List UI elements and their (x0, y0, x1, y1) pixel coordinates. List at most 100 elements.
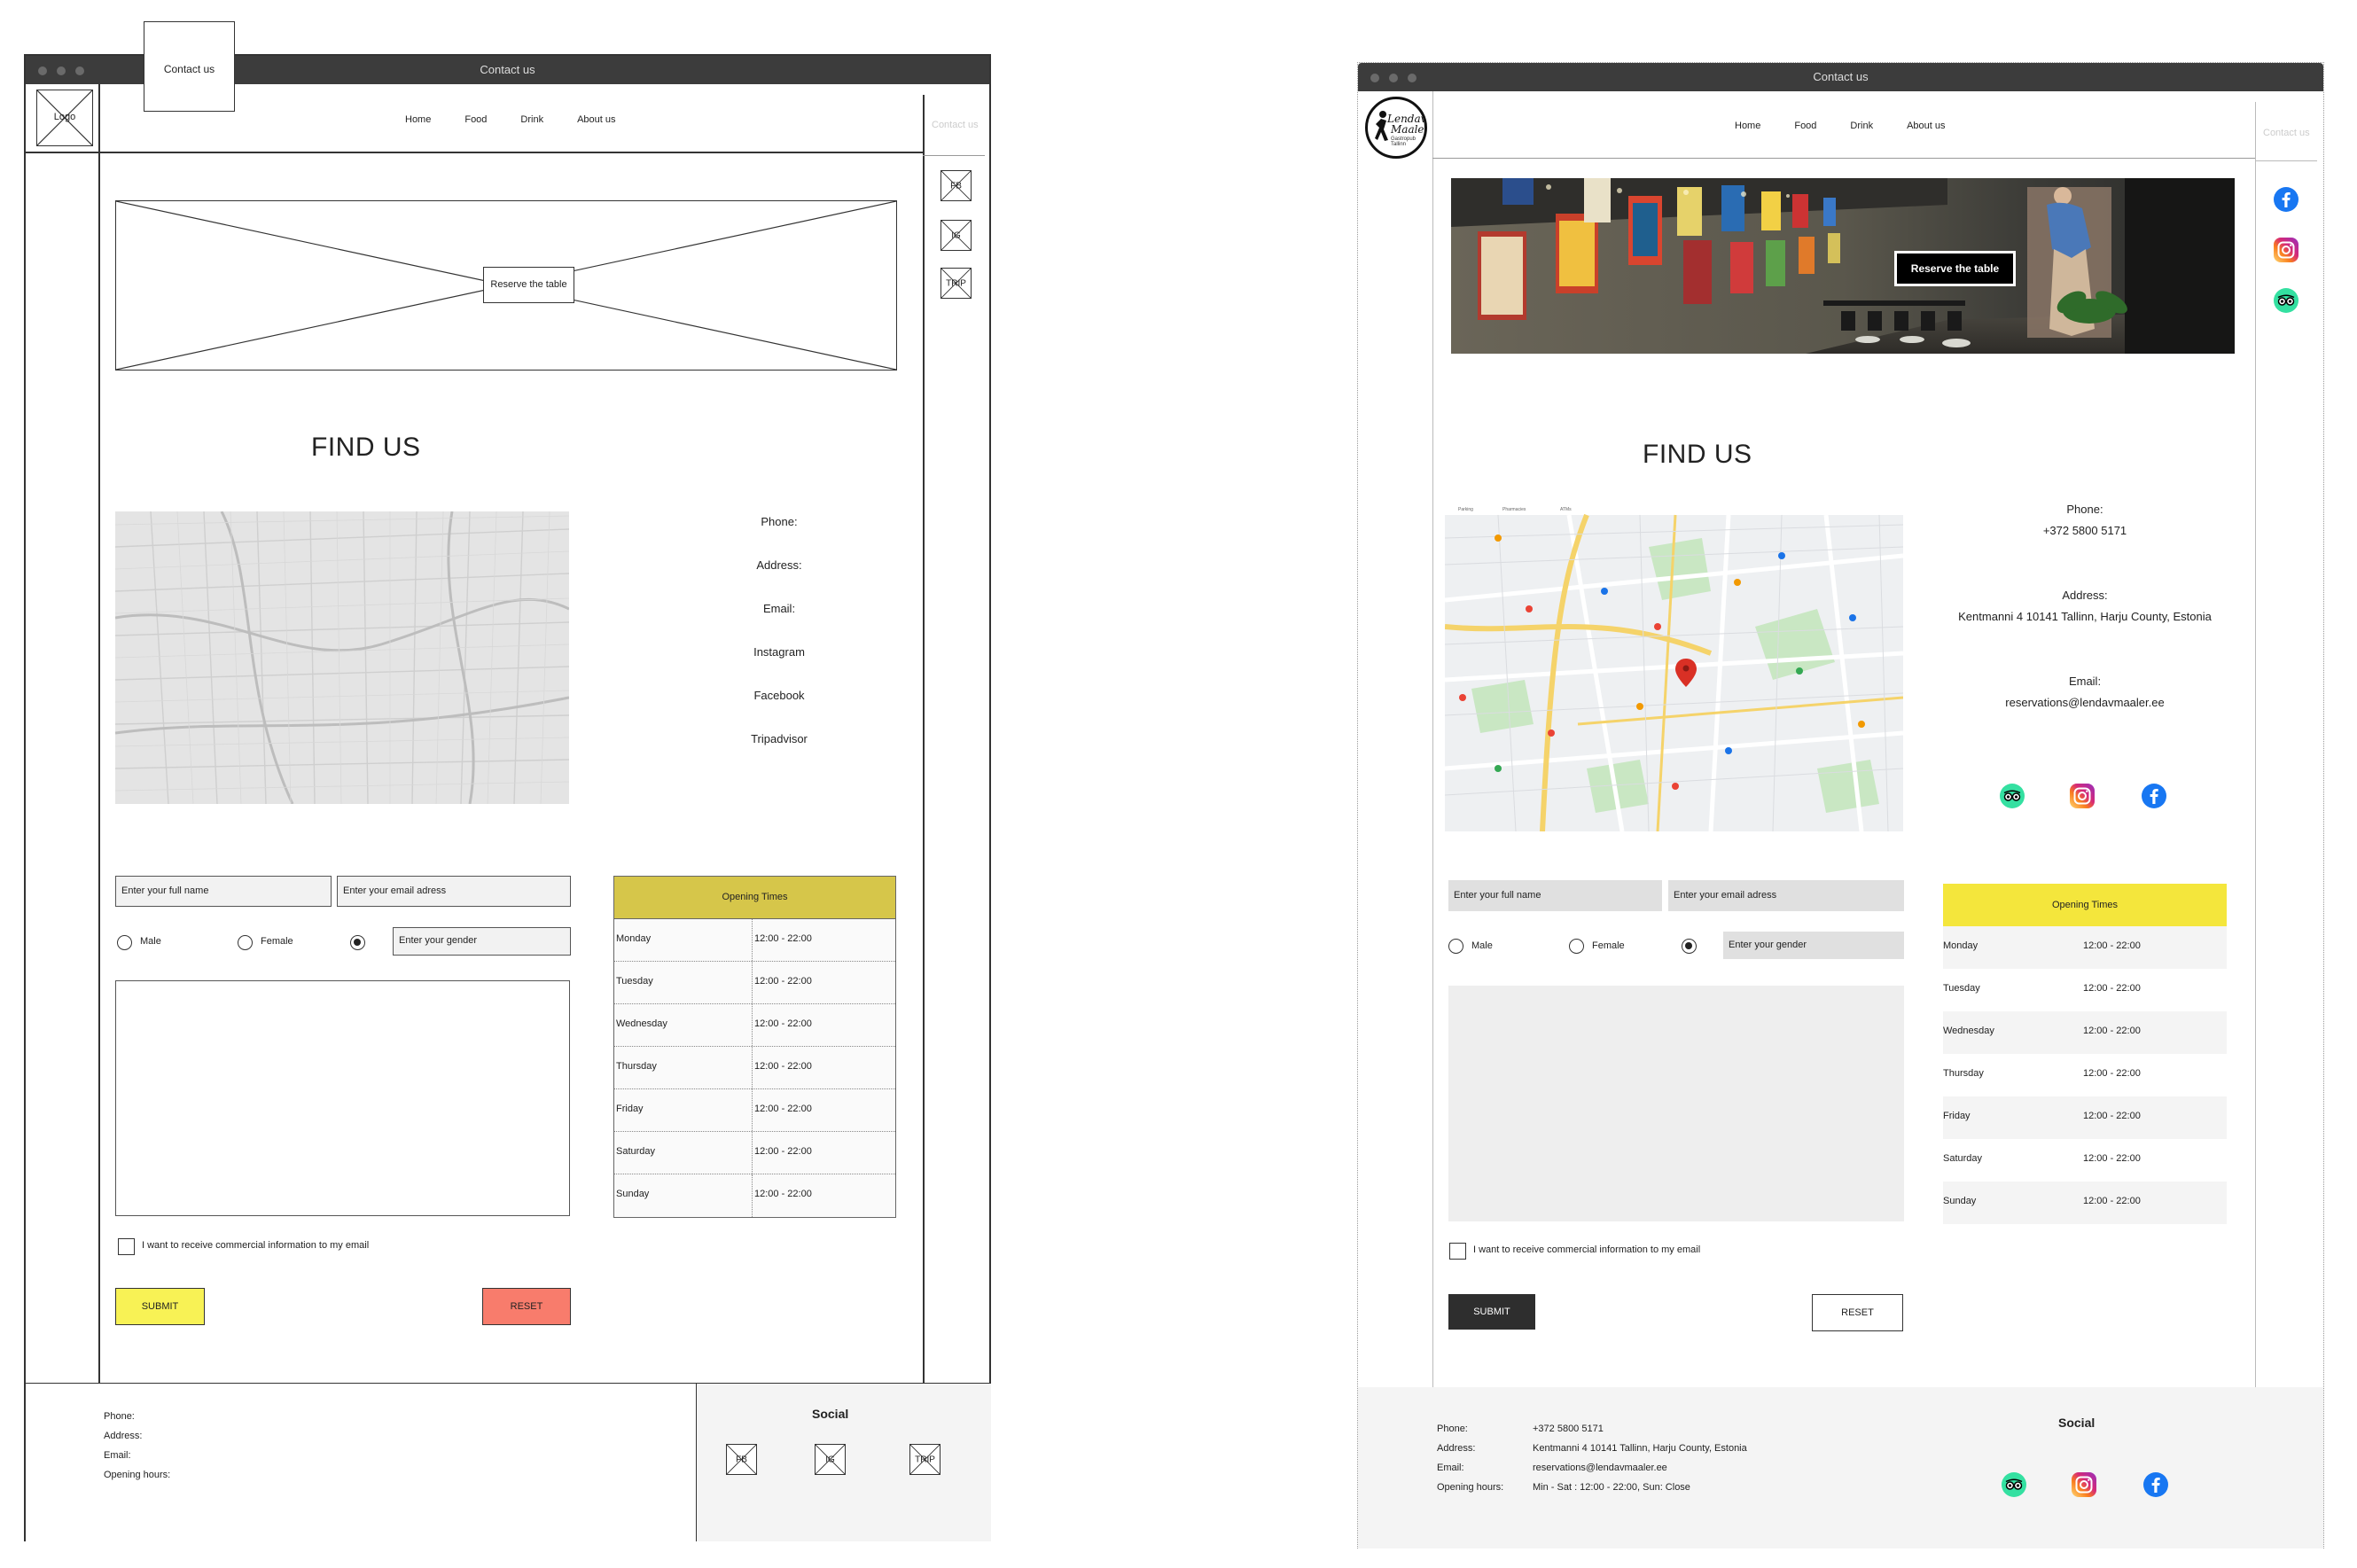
opening-times-header: Opening Times (1943, 884, 2227, 926)
footer-phone-value[interactable]: +372 5800 5171 (1533, 1419, 1747, 1439)
footer-address-label: Address: (104, 1431, 143, 1441)
table-row: Sunday 12:00 - 22:00 (1943, 1182, 2227, 1224)
nav-about-us[interactable]: About us (577, 114, 615, 125)
full-name-input[interactable]: Enter your full name (115, 876, 332, 907)
reserve-table-button[interactable]: Reserve the table (483, 267, 574, 303)
footer: Phone: Address: Email: Opening hours: +3… (1358, 1387, 2323, 1548)
location-map[interactable]: Parking Pharmacies ATMs (1445, 503, 1903, 831)
table-row: Wednesday 12:00 - 22:00 (1943, 1011, 2227, 1054)
footer-email-label: Email: (104, 1450, 131, 1461)
facebook-icon[interactable]: FB (940, 170, 972, 201)
facebook-icon[interactable] (2273, 186, 2299, 213)
nav-home[interactable]: Home (405, 114, 431, 125)
table-row: Saturday 12:00 - 22:00 (614, 1132, 895, 1174)
submit-button[interactable]: SUBMIT (115, 1288, 205, 1325)
logo-placeholder[interactable]: Logo (36, 90, 93, 146)
newsletter-checkbox[interactable] (1449, 1243, 1466, 1260)
map-placeholder[interactable] (115, 511, 569, 804)
map-chip-pharmacies[interactable]: Pharmacies (1502, 507, 1526, 512)
footer: Phone: Address: Email: Opening hours: So… (26, 1383, 991, 1541)
gender-female-radio[interactable] (1569, 939, 1584, 954)
tripadvisor-link[interactable]: Tripadvisor (699, 729, 859, 772)
day: Wednesday (616, 1018, 667, 1029)
footer-instagram-icon[interactable] (2071, 1471, 2097, 1498)
nav-contact-us[interactable]: Contact us (932, 120, 979, 130)
contact-tripadvisor-icon[interactable] (1999, 783, 2025, 809)
phone-value[interactable]: +372 5800 5171 (1934, 524, 2236, 589)
table-row: Thursday 12:00 - 22:00 (614, 1047, 895, 1089)
footer-contact-values: +372 5800 5171 Kentmanni 4 10141 Tallinn… (1533, 1419, 1747, 1497)
instagram-icon[interactable] (2273, 237, 2299, 263)
map-chip-atms[interactable]: ATMs (1560, 507, 1572, 512)
nav-drink[interactable]: Drink (1850, 121, 1873, 131)
gender-other-radio[interactable] (350, 935, 365, 950)
gender-female-label: Female (1592, 940, 1625, 951)
nav-contact-us[interactable]: Contact us (2263, 128, 2310, 138)
nav-about-us[interactable]: About us (1907, 121, 1945, 131)
nav-home[interactable]: Home (1735, 121, 1760, 131)
footer-facebook-icon[interactable]: FB (726, 1444, 757, 1475)
address-label: Address: (2062, 589, 2108, 602)
opening-times-header: Opening Times (614, 877, 895, 919)
reserve-table-button[interactable]: Reserve the table (1894, 251, 2016, 286)
day: Saturday (1943, 1153, 1983, 1164)
day: Friday (1943, 1111, 1971, 1121)
contact-us-tab[interactable]: Contact us (144, 21, 235, 112)
time: 12:00 - 22:00 (2083, 1026, 2141, 1036)
day: Friday (616, 1104, 644, 1114)
email-value[interactable]: reservations@lendavmaaler.ee (1934, 696, 2236, 717)
footer-hours-label: Opening hours: (104, 1470, 171, 1480)
footer-trip-label: TRIP (915, 1455, 935, 1464)
footer-email-value[interactable]: reservations@lendavmaaler.ee (1533, 1458, 1747, 1478)
instagram-link[interactable]: Instagram (699, 642, 859, 685)
gender-other-radio[interactable] (1682, 939, 1697, 954)
footer-instagram-icon[interactable]: IG (815, 1444, 846, 1475)
reset-button[interactable]: RESET (1812, 1294, 1903, 1331)
nav-food[interactable]: Food (464, 114, 487, 125)
tripadvisor-icon[interactable]: TRIP (940, 268, 972, 299)
contact-info-list: Phone: Address: Email: Instagram Faceboo… (699, 511, 859, 772)
footer-facebook-icon[interactable] (2142, 1471, 2169, 1498)
email-input[interactable]: Enter your email adress (1668, 880, 1904, 911)
message-textarea[interactable] (1448, 986, 1904, 1221)
window-title: Contact us (1813, 70, 1869, 83)
opening-times-body: Monday 12:00 - 22:00 Tuesday 12:00 - 22:00… (1943, 926, 2227, 1224)
header-divider (1432, 158, 2255, 159)
time: 12:00 - 22:00 (2083, 1111, 2141, 1121)
header-divider (26, 152, 923, 153)
tripadvisor-icon[interactable] (2273, 287, 2299, 314)
address-value: Kentmanni 4 10141 Tallinn, Harju County,… (1958, 610, 2212, 623)
email-label: Email: (2068, 675, 2102, 688)
contact-instagram-icon[interactable] (2069, 783, 2096, 809)
message-textarea[interactable] (115, 980, 570, 1216)
right-column-divider (2255, 102, 2256, 1389)
day: Sunday (616, 1189, 650, 1199)
gender-male-radio[interactable] (117, 935, 132, 950)
gender-other-input[interactable]: Enter your gender (1723, 932, 1904, 959)
submit-button[interactable]: SUBMIT (1448, 1294, 1535, 1330)
full-name-input[interactable]: Enter your full name (1448, 880, 1662, 911)
footer-social-title: Social (2058, 1416, 2096, 1430)
contact-facebook-icon[interactable] (2141, 783, 2167, 809)
facebook-link[interactable]: Facebook (699, 685, 859, 729)
nav-drink[interactable]: Drink (520, 114, 543, 125)
email-input[interactable]: Enter your email adress (337, 876, 571, 907)
ig-label: IG (951, 230, 961, 240)
table-row: Thursday 12:00 - 22:00 (1943, 1054, 2227, 1096)
newsletter-checkbox[interactable] (118, 1238, 135, 1255)
map-chip-parking[interactable]: Parking (1458, 507, 1473, 512)
gender-female-radio[interactable] (238, 935, 253, 950)
main-nav: Home Food Drink About us (405, 114, 616, 125)
gender-male-radio[interactable] (1448, 939, 1463, 954)
window-titlebar: Contact us (1358, 63, 2323, 91)
gender-female-label: Female (261, 936, 293, 947)
gender-other-input[interactable]: Enter your gender (393, 927, 571, 956)
nav-food[interactable]: Food (1794, 121, 1816, 131)
footer-tripadvisor-icon[interactable]: TRIP (909, 1444, 940, 1475)
footer-address-value: Kentmanni 4 10141 Tallinn, Harju County,… (1533, 1443, 1747, 1454)
day: Thursday (1943, 1068, 1984, 1079)
lendav-maaler-logo[interactable]: Lendav Maaler Gastropub Tallinn (1365, 97, 1427, 159)
footer-tripadvisor-icon[interactable] (2001, 1471, 2027, 1498)
instagram-icon[interactable]: IG (940, 220, 972, 251)
reset-button[interactable]: RESET (482, 1288, 571, 1325)
